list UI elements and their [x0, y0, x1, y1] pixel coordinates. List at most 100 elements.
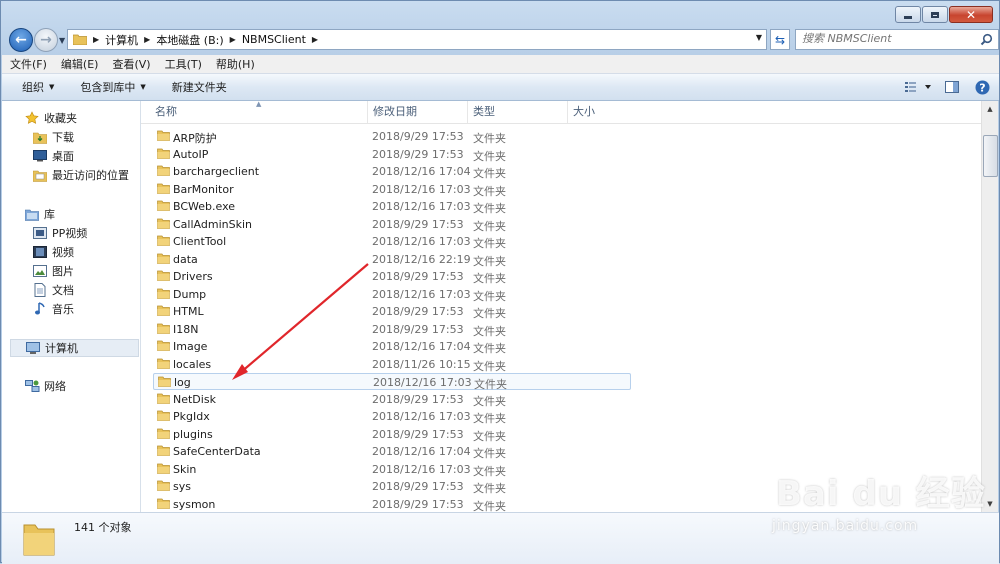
preview-pane-button[interactable] — [939, 81, 965, 93]
file-date-modified: 2018/9/29 17:53 — [372, 480, 464, 493]
menu-help[interactable]: 帮助(H) — [208, 56, 261, 72]
table-row[interactable]: CallAdminSkin 2018/9/29 17:53 文件夹 — [153, 216, 631, 233]
folder-icon — [157, 305, 170, 316]
back-button[interactable]: ← — [9, 28, 33, 52]
navigation-row: ← → ▼ ▶ 计算机 ▶ 本地磁盘 (B:) ▶ NBMSClient ▶ ▼… — [7, 27, 999, 53]
file-name: NetDisk — [173, 392, 216, 406]
file-name: sys — [173, 480, 191, 493]
nav-item-pictures[interactable]: 图片 — [32, 262, 139, 280]
breadcrumb-drive[interactable]: 本地磁盘 (B:) — [156, 32, 223, 48]
new-folder-button[interactable]: 新建文件夹 — [166, 79, 233, 95]
table-row[interactable]: HTML 2018/9/29 17:53 文件夹 — [153, 303, 631, 320]
nav-item-pp-video[interactable]: PP视频 — [32, 224, 139, 242]
nav-item-label: PP视频 — [52, 227, 88, 240]
address-bar[interactable]: ▶ 计算机 ▶ 本地磁盘 (B:) ▶ NBMSClient ▶ ▼ — [67, 29, 767, 50]
nav-item-recent-places[interactable]: 最近访问的位置 — [32, 166, 139, 184]
close-button[interactable]: ✕ — [949, 6, 993, 23]
table-row[interactable]: plugins 2018/9/29 17:53 文件夹 — [153, 426, 631, 443]
table-row[interactable]: sysmon 2018/9/29 17:53 文件夹 — [153, 496, 631, 512]
table-row[interactable]: log 2018/12/16 17:03 文件夹 — [153, 373, 631, 391]
breadcrumb-folder[interactable]: NBMSClient — [242, 33, 306, 46]
recent-pages-dropdown[interactable]: ▼ — [59, 36, 65, 45]
file-type: 文件夹 — [473, 429, 506, 443]
table-row[interactable]: I18N 2018/9/29 17:53 文件夹 — [153, 321, 631, 338]
file-date-modified: 2018/9/29 17:53 — [372, 217, 464, 231]
svg-text:?: ? — [979, 81, 985, 94]
nav-item-downloads[interactable]: 下载 — [32, 128, 139, 146]
maximize-button[interactable] — [922, 6, 948, 23]
search-box[interactable] — [795, 29, 999, 50]
table-row[interactable]: NetDisk 2018/9/29 17:53 文件夹 — [153, 391, 631, 408]
table-row[interactable]: Drivers 2018/9/29 17:53 文件夹 — [153, 268, 631, 285]
file-type: 文件夹 — [473, 132, 506, 145]
view-options-button[interactable] — [899, 81, 939, 93]
table-row[interactable]: Dump 2018/12/16 17:03 文件夹 — [153, 286, 631, 303]
file-date-modified: 2018/9/29 17:53 — [372, 147, 464, 161]
command-bar: 组织 ▼ 包含到库中 ▼ 新建文件夹 ? — [2, 74, 999, 101]
breadcrumb-separator-icon[interactable]: ▶ — [93, 35, 99, 44]
table-row[interactable]: ClientTool 2018/12/16 17:03 文件夹 — [153, 233, 631, 250]
command-bar-right: ? — [899, 74, 999, 100]
scroll-down-arrow-icon[interactable]: ▼ — [982, 496, 998, 512]
chevron-down-icon: ▼ — [49, 83, 55, 91]
chevron-down-icon: ▼ — [140, 83, 146, 91]
table-row[interactable]: Skin 2018/12/16 17:03 文件夹 — [153, 461, 631, 478]
folder-icon — [157, 218, 170, 229]
breadcrumb-separator-icon[interactable]: ▶ — [312, 35, 318, 44]
include-in-library-button[interactable]: 包含到库中 ▼ — [74, 79, 151, 95]
vertical-scrollbar[interactable]: ▲ ▼ — [981, 101, 998, 512]
column-type[interactable]: 类型 — [468, 101, 568, 123]
menu-file[interactable]: 文件(F) — [2, 56, 53, 72]
column-size[interactable]: 大小 — [568, 101, 668, 123]
breadcrumb-computer[interactable]: 计算机 — [105, 32, 138, 48]
table-row[interactable]: sys 2018/9/29 17:53 文件夹 — [153, 478, 631, 495]
nav-network[interactable]: 网络 — [24, 377, 139, 395]
table-row[interactable]: ARP防护 2018/9/29 17:53 文件夹 — [153, 128, 631, 145]
file-type: 文件夹 — [473, 464, 506, 478]
breadcrumb-separator-icon[interactable]: ▶ — [144, 35, 150, 44]
column-date-modified[interactable]: 修改日期 — [368, 101, 468, 123]
file-name: barchargeclient — [173, 165, 260, 178]
nav-libraries[interactable]: 库 — [24, 205, 139, 223]
table-row[interactable]: locales 2018/11/26 10:15 文件夹 — [153, 356, 631, 373]
nav-item-music[interactable]: 音乐 — [32, 300, 139, 318]
nav-favorites[interactable]: 收藏夹 — [24, 109, 139, 127]
menu-edit[interactable]: 编辑(E) — [53, 56, 105, 72]
nav-item-video[interactable]: 视频 — [32, 243, 139, 261]
menu-tools[interactable]: 工具(T) — [157, 56, 208, 72]
desktop-icon — [32, 149, 48, 163]
refresh-icon: ⇆ — [774, 32, 786, 47]
organize-button[interactable]: 组织 ▼ — [16, 79, 60, 95]
address-dropdown-icon[interactable]: ▼ — [756, 33, 762, 42]
menu-view[interactable]: 查看(V) — [104, 56, 156, 72]
nav-item-desktop[interactable]: 桌面 — [32, 147, 139, 165]
table-row[interactable]: PkgIdx 2018/12/16 17:03 文件夹 — [153, 408, 631, 425]
file-date-modified: 2018/11/26 10:15 — [372, 357, 471, 371]
scroll-up-arrow-icon[interactable]: ▲ — [982, 101, 998, 117]
minimize-button[interactable] — [895, 6, 921, 23]
forward-button[interactable]: → — [34, 28, 58, 52]
table-row[interactable]: BarMonitor 2018/12/16 17:03 文件夹 — [153, 181, 631, 198]
table-row[interactable]: barchargeclient 2018/12/16 17:04 文件夹 — [153, 163, 631, 180]
folder-icon — [73, 34, 87, 45]
column-name[interactable]: 名称 — [150, 101, 368, 123]
table-row[interactable]: BCWeb.exe 2018/12/16 17:03 文件夹 — [153, 198, 631, 215]
search-icon[interactable] — [980, 33, 993, 46]
nav-computer[interactable]: 计算机 — [10, 339, 139, 357]
table-row[interactable]: SafeCenterData 2018/12/16 17:04 文件夹 — [153, 443, 631, 460]
refresh-button[interactable]: ⇆ — [770, 29, 790, 50]
file-date-modified: 2018/12/16 17:03 — [372, 200, 471, 213]
scrollbar-thumb[interactable] — [983, 135, 998, 177]
file-name: data — [173, 252, 198, 266]
folder-icon — [157, 340, 170, 351]
nav-item-documents[interactable]: 文档 — [32, 281, 139, 299]
search-input[interactable] — [802, 32, 972, 45]
file-type: 文件夹 — [473, 167, 506, 180]
table-row[interactable]: data 2018/12/16 22:19 文件夹 — [153, 251, 631, 268]
breadcrumb-separator-icon[interactable]: ▶ — [230, 35, 236, 44]
table-row[interactable]: Image 2018/12/16 17:04 文件夹 — [153, 338, 631, 355]
file-name: plugins — [173, 427, 213, 441]
video-library-icon — [32, 226, 48, 240]
help-button[interactable]: ? — [965, 80, 999, 95]
table-row[interactable]: AutoIP 2018/9/29 17:53 文件夹 — [153, 146, 631, 163]
